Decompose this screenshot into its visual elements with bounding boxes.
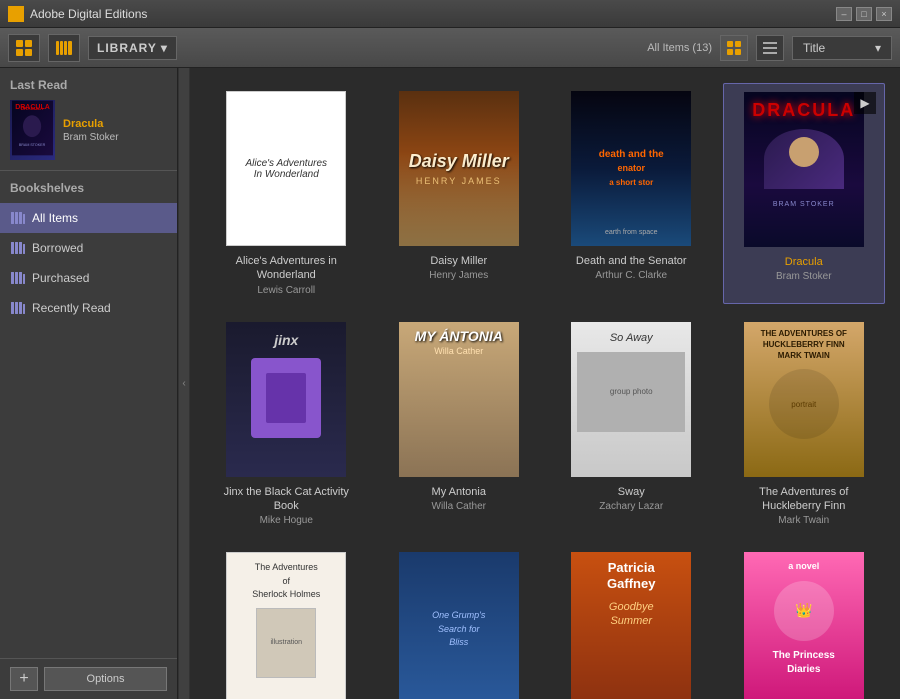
book-title-sway: Sway (618, 485, 645, 499)
window-controls: – □ × (836, 7, 892, 21)
title-bar-left: Adobe Digital Editions (8, 6, 147, 22)
svg-text:DRACULA: DRACULA (21, 106, 44, 111)
book-huck[interactable]: THE ADVENTURES OFHUCKLEBERRY FINNMARK TW… (723, 314, 886, 535)
list-view-toggle[interactable] (756, 35, 784, 61)
bookshelf-view-button[interactable] (48, 34, 80, 62)
book-author-antonia: Willa Cather (432, 501, 486, 512)
book-cover-daisy: Daisy Miller HENRY JAMES (399, 91, 519, 246)
add-button[interactable]: + (10, 667, 38, 691)
sidebar-item-purchased[interactable]: Purchased (0, 263, 177, 293)
book-alice[interactable]: Alice's Adventures In Wonderland Alice's… (205, 83, 368, 304)
book-princess[interactable]: a novel 👑 The PrincessDiaries The Prince… (723, 544, 886, 699)
book-sway[interactable]: So Away group photo Sway Zachary Lazar (550, 314, 713, 535)
sort-dropdown[interactable]: Title ▾ (792, 36, 892, 60)
book-author-dracula: Bram Stoker (776, 271, 832, 282)
all-items-label: All Items (32, 211, 78, 225)
sidebar-bottom: + Options (0, 658, 177, 699)
expand-icon: ▶ (854, 92, 876, 114)
book-title-dracula: Dracula (785, 255, 823, 269)
book-author-daisy: Henry James (429, 270, 488, 281)
options-button[interactable]: Options (44, 667, 167, 691)
sidebar-collapse-handle[interactable]: ‹ (178, 68, 190, 699)
book-cover-death: death and theenatora short stor earth fr… (571, 91, 691, 246)
book-title-alice: Alice's Adventures in Wonderland (221, 254, 351, 283)
last-read-item[interactable]: DRACULA BRAM STOKER Dracula Bram Stoker (10, 100, 167, 160)
all-items-icon (10, 210, 26, 226)
book-dracula[interactable]: ▶ DRACULA BRAM STOKER Dracula Bram Stoke… (723, 83, 886, 304)
minimize-button[interactable]: – (836, 7, 852, 21)
library-label: LIBRARY (97, 41, 157, 55)
borrowed-icon (10, 240, 26, 256)
book-death[interactable]: death and theenatora short stor earth fr… (550, 83, 713, 304)
main-content: Last Read DRACULA BRAM STOKER (0, 68, 900, 699)
sidebar: Last Read DRACULA BRAM STOKER (0, 68, 178, 699)
grid-view-toggle[interactable] (720, 35, 748, 61)
title-bar: Adobe Digital Editions – □ × (0, 0, 900, 28)
recently-read-icon (10, 300, 26, 316)
book-title-antonia: My Antonia (432, 485, 486, 499)
book-cover-goodbye: PatriciaGaffney GoodbyeSummer (571, 552, 691, 699)
last-read-cover: DRACULA BRAM STOKER (10, 100, 55, 160)
book-goodbye[interactable]: PatriciaGaffney GoodbyeSummer The Goodby… (550, 544, 713, 699)
book-cover-sherlock: The AdventuresofSherlock Holmes illustra… (226, 552, 346, 699)
book-grid: Alice's Adventures In Wonderland Alice's… (190, 68, 900, 699)
book-author-alice: Lewis Carroll (257, 285, 315, 296)
borrowed-label: Borrowed (32, 241, 83, 255)
book-cover-huck: THE ADVENTURES OFHUCKLEBERRY FINNMARK TW… (744, 322, 864, 477)
sidebar-item-borrowed[interactable]: Borrowed (0, 233, 177, 263)
sort-label: Title (803, 41, 825, 55)
book-title-huck: The Adventures of Huckleberry Finn (739, 485, 869, 514)
bookshelves-heading: Bookshelves (0, 181, 177, 203)
book-cover-sway: So Away group photo (571, 322, 691, 477)
toolbar: LIBRARY ▾ All Items (13) Title ▾ (0, 28, 900, 68)
sidebar-item-all-items[interactable]: All Items (0, 203, 177, 233)
library-dropdown-arrow: ▾ (161, 41, 168, 55)
book-author-huck: Mark Twain (778, 515, 829, 526)
book-bliss[interactable]: One Grump'sSearch forBliss The Geography… (378, 544, 541, 699)
book-author-jinx: Mike Hogue (260, 515, 313, 526)
book-title-death: Death and the Senator (576, 254, 687, 268)
book-cover-bliss: One Grump'sSearch forBliss (399, 552, 519, 699)
bookshelves-section: Bookshelves All Items (0, 171, 177, 658)
book-cover-dracula: DRACULA BRAM STOKER (744, 92, 864, 247)
close-button[interactable]: × (876, 7, 892, 21)
book-author-sway: Zachary Lazar (599, 501, 663, 512)
book-grid-container[interactable]: Alice's Adventures In Wonderland Alice's… (190, 68, 900, 699)
last-read-author: Bram Stoker (63, 132, 167, 143)
app-icon (8, 6, 24, 22)
book-daisy[interactable]: Daisy Miller HENRY JAMES Daisy Miller He… (378, 83, 541, 304)
book-cover-alice: Alice's Adventures In Wonderland (226, 91, 346, 246)
last-read-heading: Last Read (10, 78, 167, 92)
sort-arrow: ▾ (875, 41, 881, 55)
book-title-jinx: Jinx the Black Cat Activity Book (221, 485, 351, 514)
sidebar-item-recently-read[interactable]: Recently Read (0, 293, 177, 323)
svg-text:BRAM STOKER: BRAM STOKER (19, 143, 46, 147)
grid-view-button[interactable] (8, 34, 40, 62)
purchased-icon (10, 270, 26, 286)
recently-read-label: Recently Read (32, 301, 111, 315)
book-title-daisy: Daisy Miller (430, 254, 487, 268)
library-dropdown[interactable]: LIBRARY ▾ (88, 36, 177, 60)
book-sherlock[interactable]: The AdventuresofSherlock Holmes illustra… (205, 544, 368, 699)
book-cover-princess: a novel 👑 The PrincessDiaries (744, 552, 864, 699)
last-read-section: Last Read DRACULA BRAM STOKER (0, 68, 177, 171)
book-cover-jinx: jinx (226, 322, 346, 477)
purchased-label: Purchased (32, 271, 89, 285)
items-count: All Items (13) (647, 42, 712, 54)
last-read-info: Dracula Bram Stoker (63, 118, 167, 143)
last-read-book-title: Dracula (63, 118, 167, 130)
maximize-button[interactable]: □ (856, 7, 872, 21)
book-cover-antonia: MY ÁNTONIA Willa Cather (399, 322, 519, 477)
app-title: Adobe Digital Editions (30, 7, 147, 21)
book-antonia[interactable]: MY ÁNTONIA Willa Cather My Antonia Willa… (378, 314, 541, 535)
book-jinx[interactable]: jinx Jinx the Black Cat Activity Book Mi… (205, 314, 368, 535)
book-author-death: Arthur C. Clarke (595, 270, 667, 281)
